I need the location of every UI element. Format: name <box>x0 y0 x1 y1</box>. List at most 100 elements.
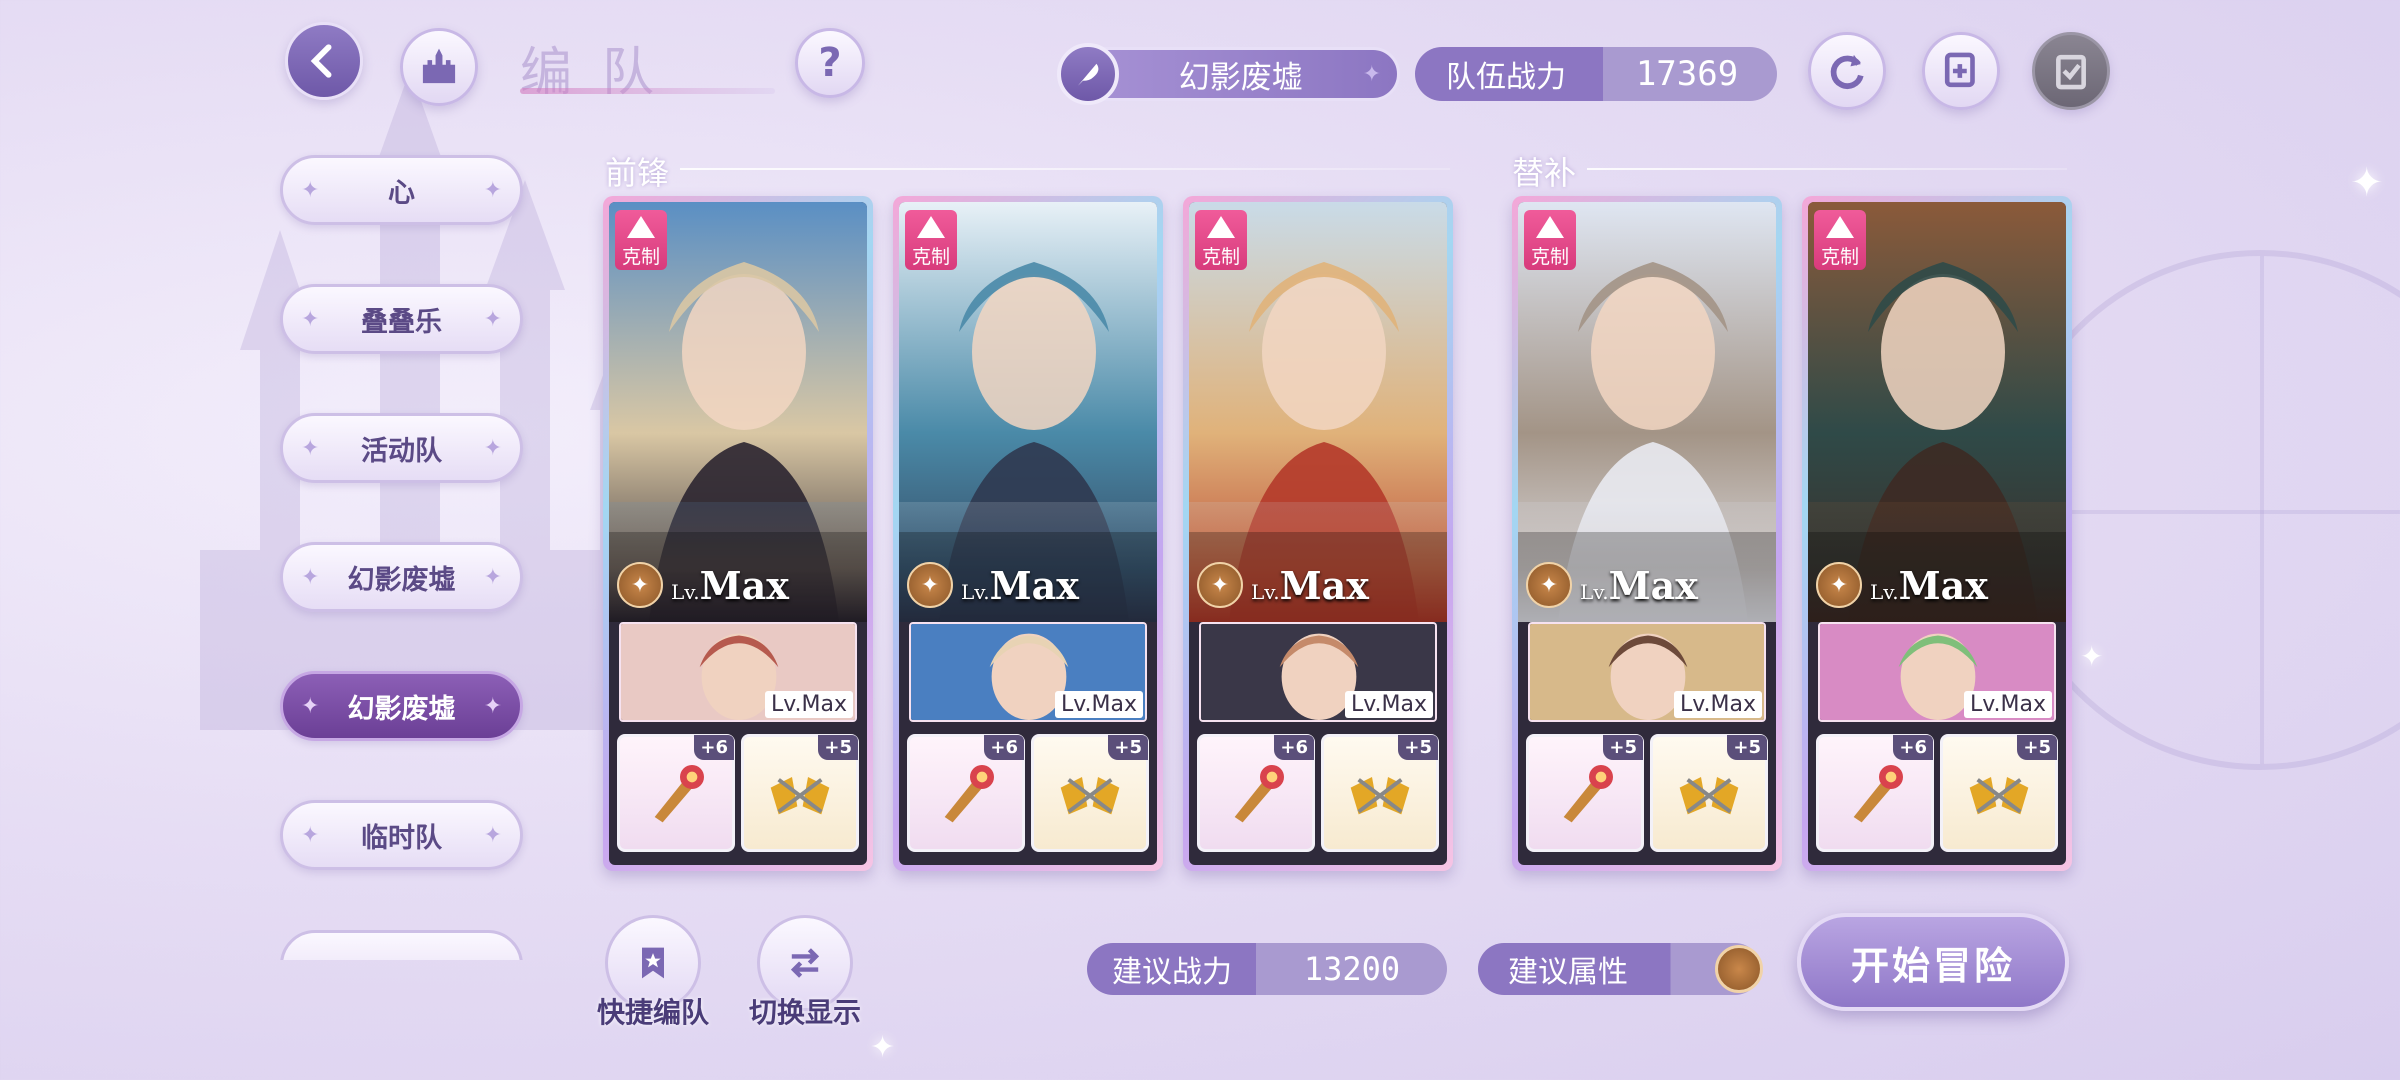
equipment-level: +6 <box>694 735 734 760</box>
support-level: Lv.Max <box>1054 691 1143 718</box>
team-tab-1[interactable]: ✦ 心 ✦ <box>280 155 523 225</box>
counter-badge-label: 克制 <box>1820 246 1859 268</box>
recommended-attribute: 建议属性 <box>1478 943 1763 995</box>
confirm-team-button[interactable] <box>2032 32 2110 110</box>
counter-badge-label: 克制 <box>1201 246 1240 268</box>
support-level: Lv.Max <box>1963 691 2052 718</box>
sparkle-icon: ✦ <box>301 693 320 719</box>
equipment-item-icon <box>944 765 994 823</box>
team-tab-6[interactable]: ✦ 临时队 ✦ <box>280 800 523 870</box>
stage-selector[interactable]: 幻影废墟 ✦ <box>1057 43 1400 105</box>
castle-icon <box>422 48 456 84</box>
copy-team-button[interactable] <box>1922 32 2000 110</box>
counter-badge-label: 克制 <box>621 246 660 268</box>
team-tab-4[interactable]: ✦ 幻影废墟 ✦ <box>280 542 523 612</box>
team-tab-label: 幻影废墟 <box>347 564 456 596</box>
level-text: Lv.Max <box>1580 563 1698 608</box>
sparkle-icon: ✦ <box>301 177 320 203</box>
level-row: ✦ Lv.Max <box>1816 562 1988 608</box>
recommended-power-label: 建议战力 <box>1112 955 1232 990</box>
sparkle-icon: ✦ <box>483 306 502 332</box>
team-tab-3[interactable]: ✦ 活动队 ✦ <box>280 413 523 483</box>
level-text: Lv.Max <box>1251 563 1369 608</box>
character-card[interactable]: 克制 ✦ Lv.Max Lv.Max +6 +5 <box>893 196 1163 871</box>
level-text: Lv.Max <box>1870 563 1988 608</box>
triangle-icon <box>1826 216 1854 238</box>
equipment-slot[interactable]: +5 <box>1321 734 1439 852</box>
level-prefix: Lv. <box>961 579 990 604</box>
team-tab-5-active[interactable]: ✦ 幻影废墟 ✦ <box>280 671 523 741</box>
equipment-slot[interactable]: +6 <box>1197 734 1315 852</box>
support-card[interactable]: Lv.Max <box>909 622 1147 722</box>
recommended-power: 建议战力 13200 <box>1087 943 1447 995</box>
support-card[interactable]: Lv.Max <box>1818 622 2056 722</box>
sparkle-icon: ✦ <box>483 177 502 203</box>
sparkle-icon: ✦ <box>2350 160 2384 206</box>
triangle-icon <box>1207 216 1235 238</box>
counter-badge: 克制 <box>1524 210 1576 270</box>
attribute-icon: ✦ <box>1197 562 1243 608</box>
attribute-icon: ✦ <box>907 562 953 608</box>
equipment-level: +5 <box>1727 735 1767 760</box>
team-tab-label: 活动队 <box>361 435 442 467</box>
refresh-button[interactable] <box>1808 32 1886 110</box>
sparkle-icon: ✦ <box>2080 640 2104 673</box>
start-adventure-button[interactable]: 开始冒险 <box>1797 913 2069 1011</box>
cufflinks-icon <box>1679 777 1739 815</box>
equipment-level: +5 <box>1398 735 1438 760</box>
team-tab-label: 幻影废墟 <box>347 693 456 725</box>
switch-display-button[interactable]: 切换显示 <box>749 915 861 1031</box>
equipment-level: +6 <box>1893 735 1933 760</box>
support-level: Lv.Max <box>764 691 853 718</box>
sparkle-icon: ✦ <box>301 306 320 332</box>
home-button[interactable] <box>400 28 478 106</box>
counter-badge-label: 克制 <box>1530 246 1569 268</box>
equipment-slot[interactable]: +6 <box>907 734 1025 852</box>
character-card[interactable]: 克制 ✦ Lv.Max Lv.Max +5 +5 <box>1512 196 1782 871</box>
equipment-slot[interactable]: +5 <box>741 734 859 852</box>
equipment-level: +5 <box>1603 735 1643 760</box>
stage-name: 幻影废墟 <box>1178 59 1303 96</box>
support-level: Lv.Max <box>1344 691 1433 718</box>
support-card[interactable]: Lv.Max <box>1528 622 1766 722</box>
sparkle-icon: ✦ <box>483 693 502 719</box>
level-prefix: Lv. <box>1251 579 1280 604</box>
level-value: Max <box>989 562 1079 608</box>
equipment-slot[interactable]: +6 <box>617 734 735 852</box>
back-button[interactable] <box>285 22 363 100</box>
character-card[interactable]: 克制 ✦ Lv.Max Lv.Max +6 +5 <box>1802 196 2072 871</box>
team-tab-2[interactable]: ✦ 叠叠乐 ✦ <box>280 284 523 354</box>
checklist-icon <box>2056 54 2086 90</box>
support-card[interactable]: Lv.Max <box>619 622 857 722</box>
character-card[interactable]: 克制 ✦ Lv.Max Lv.Max +6 +5 <box>1183 196 1453 871</box>
triangle-icon <box>1536 216 1564 238</box>
section-divider <box>680 168 1450 170</box>
sparkle-icon: ✦ <box>870 1030 896 1065</box>
sparkle-icon: ✦ <box>483 564 502 590</box>
team-tab-label: 心 <box>388 177 415 209</box>
team-power-value: 17369 <box>1635 54 1739 94</box>
level-prefix: Lv. <box>671 579 700 604</box>
level-row: ✦ Lv.Max <box>1526 562 1698 608</box>
equipment-slot[interactable]: +5 <box>1526 734 1644 852</box>
equipment-slot[interactable]: +6 <box>1816 734 1934 852</box>
character-card[interactable]: 克制 ✦ Lv.Max Lv.Max +6 +5 <box>603 196 873 871</box>
level-prefix: Lv. <box>1870 579 1899 604</box>
triangle-icon <box>627 216 655 238</box>
attribute-icon: ✦ <box>1526 562 1572 608</box>
quick-team-button[interactable]: 快捷编队 <box>597 915 709 1031</box>
sparkle-icon: ✦ <box>301 435 320 461</box>
sub-section-label: 替补 <box>1512 154 1577 192</box>
team-tab-7-partial[interactable] <box>280 930 523 960</box>
sparkle-icon: ✦ <box>483 822 502 848</box>
support-card[interactable]: Lv.Max <box>1199 622 1437 722</box>
help-button[interactable]: ? <box>795 28 865 98</box>
counter-badge-label: 克制 <box>911 246 950 268</box>
equipment-slot[interactable]: +5 <box>1650 734 1768 852</box>
refresh-icon <box>1830 54 1864 89</box>
attribute-icon: ✦ <box>617 562 663 608</box>
equipment-slot[interactable]: +5 <box>1940 734 2058 852</box>
counter-badge: 克制 <box>1195 210 1247 270</box>
quick-team-label: 快捷编队 <box>596 996 709 1029</box>
equipment-slot[interactable]: +5 <box>1031 734 1149 852</box>
